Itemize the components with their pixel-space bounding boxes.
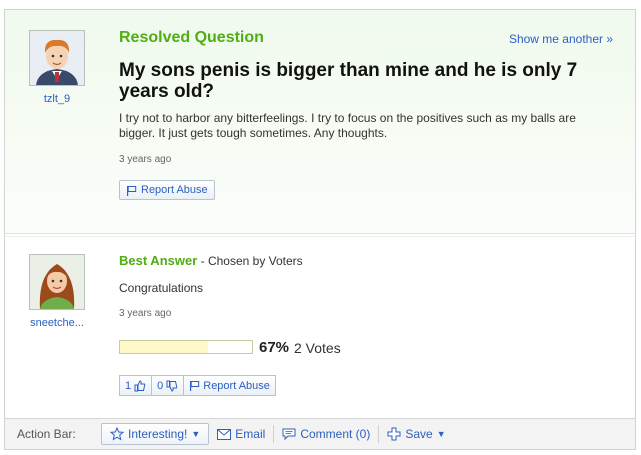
action-bar: Action Bar: Interesting! ▼ Email Comment… — [5, 418, 635, 449]
best-answer-label: Best Answer — [119, 253, 198, 268]
thumbs-up-icon — [134, 379, 146, 391]
answer-text: Congratulations — [119, 281, 204, 295]
interesting-button[interactable]: Interesting! ▼ — [101, 423, 210, 445]
question-title: My sons penis is bigger than mine and he… — [119, 60, 578, 102]
vote-percent: 67% — [259, 339, 290, 356]
flag-icon — [190, 381, 200, 391]
email-label: Email — [235, 427, 266, 441]
question-panel: tzlt_9 Resolved Question Show me another… — [4, 9, 636, 450]
thumbs-down-icon — [166, 380, 178, 392]
answer-report-abuse-button[interactable]: Report Abuse — [184, 375, 276, 396]
answerer-avatar[interactable] — [29, 254, 85, 310]
plus-icon — [387, 427, 401, 441]
answer-report-abuse-label: Report Abuse — [203, 379, 270, 392]
section-divider-shadow — [5, 236, 635, 237]
question-timestamp: 3 years ago — [119, 154, 172, 165]
vote-count: 2 Votes — [294, 340, 341, 356]
save-button[interactable]: Save ▼ — [379, 423, 453, 445]
report-abuse-button[interactable]: Report Abuse — [119, 180, 215, 200]
thumbs-up-count: 1 — [125, 379, 132, 392]
asker-avatar[interactable] — [29, 30, 85, 86]
answer-timestamp: 3 years ago — [119, 308, 172, 319]
vote-progress-fill — [120, 341, 209, 353]
resolved-question-heading: Resolved Question — [119, 29, 264, 46]
speech-bubble-icon — [282, 428, 296, 440]
question-body: I try not to harbor any bitterfeelings. … — [119, 111, 576, 140]
male-avatar-icon — [30, 31, 84, 85]
envelope-icon — [217, 428, 232, 440]
rating-buttons: 1 0 Report Abuse — [119, 375, 276, 396]
thumbs-down-button[interactable]: 0 — [152, 375, 185, 396]
chevron-down-icon: ▼ — [436, 429, 446, 439]
chevron-down-icon: ▼ — [191, 429, 201, 439]
interesting-label: Interesting! — [128, 427, 188, 441]
asker-username[interactable]: tzlt_9 — [21, 93, 93, 105]
email-button[interactable]: Email — [209, 423, 273, 445]
chosen-by-label: - Chosen by Voters — [197, 254, 303, 268]
comment-label: Comment (0) — [300, 427, 371, 441]
report-abuse-label: Report Abuse — [141, 184, 208, 196]
best-answer-heading: Best Answer - Chosen by Voters — [119, 253, 303, 268]
star-icon — [110, 427, 124, 441]
thumbs-down-count: 0 — [157, 379, 164, 392]
save-label: Save — [405, 427, 433, 441]
thumbs-up-button[interactable]: 1 — [119, 375, 153, 396]
flag-icon — [127, 185, 137, 196]
show-another-link[interactable]: Show me another » — [509, 32, 613, 46]
vote-progress-bar — [119, 340, 253, 354]
comment-button[interactable]: Comment (0) — [274, 423, 378, 445]
action-bar-label: Action Bar: — [17, 427, 76, 441]
female-avatar-icon — [30, 255, 84, 309]
section-divider — [5, 233, 635, 234]
answerer-username[interactable]: sneetche... — [17, 317, 97, 329]
